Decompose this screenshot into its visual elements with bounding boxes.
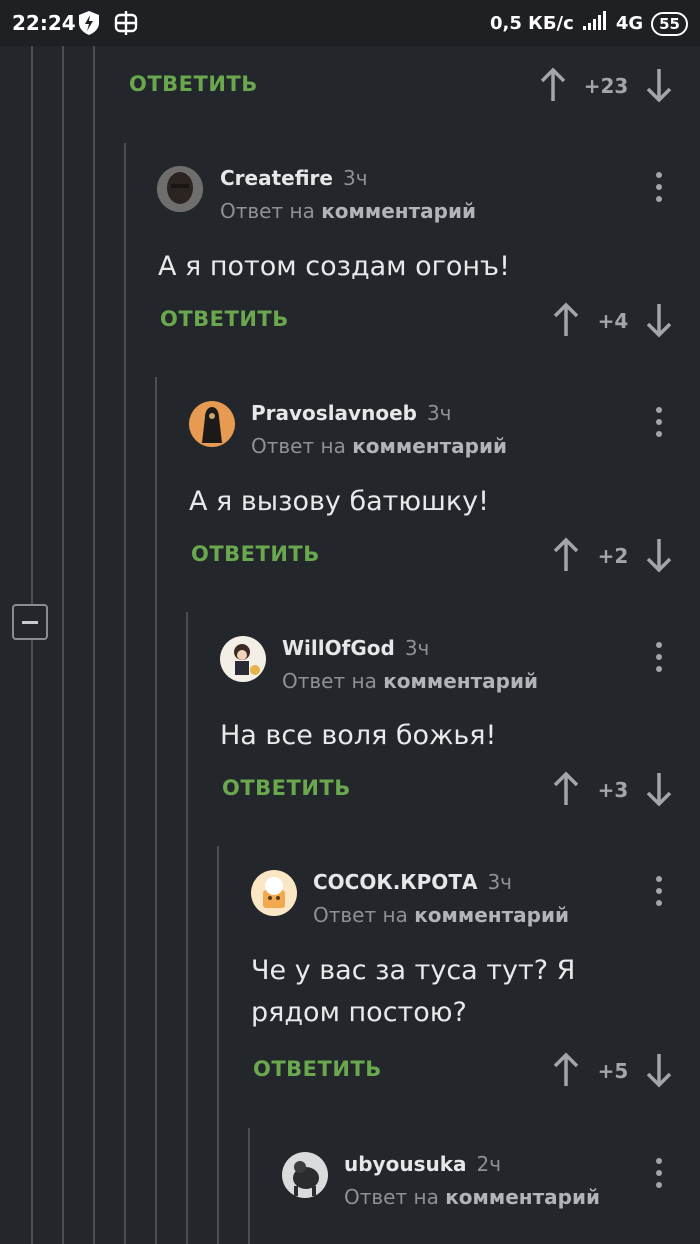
- reply-to-link[interactable]: комментарий: [445, 1185, 600, 1209]
- reply-to-line: Ответ на комментарий: [344, 1185, 601, 1209]
- comment-time: 3ч: [404, 636, 430, 660]
- avatar[interactable]: [282, 1152, 328, 1198]
- reply-to-line: Ответ на комментарий: [282, 669, 539, 693]
- arrow-down-icon[interactable]: [644, 771, 674, 807]
- thread-line: [155, 377, 157, 1244]
- more-options-icon[interactable]: [649, 405, 669, 439]
- arrow-up-icon[interactable]: [551, 302, 581, 338]
- reply-to-line: Ответ на комментарий: [313, 903, 570, 927]
- thread-line: [93, 46, 95, 1244]
- reply-to-link[interactable]: комментарий: [321, 199, 476, 223]
- reply-to-link[interactable]: комментарий: [352, 434, 507, 458]
- network-type: 4G: [615, 13, 644, 34]
- arrow-down-icon[interactable]: [644, 1052, 674, 1088]
- thread-line: [62, 46, 64, 1244]
- thread-line: [124, 143, 126, 1244]
- reply-to-line: Ответ на комментарий: [251, 434, 508, 458]
- arrow-down-icon[interactable]: [644, 67, 674, 103]
- collapse-thread-button[interactable]: [12, 604, 48, 640]
- arrow-up-icon[interactable]: [551, 537, 581, 573]
- more-options-icon[interactable]: [649, 1156, 669, 1190]
- comment-text: На все воля божья!: [220, 720, 497, 751]
- comment-username[interactable]: ubyousuka 2ч: [344, 1152, 501, 1176]
- reply-button[interactable]: ОТВЕТИТЬ: [160, 307, 289, 331]
- comment-score: +3: [597, 778, 629, 802]
- comment-text: А я вызову батюшку!: [189, 486, 489, 517]
- thread-line: [31, 46, 33, 604]
- comment-time: 3ч: [342, 166, 368, 190]
- comment-score: +5: [597, 1059, 629, 1083]
- arrow-up-icon[interactable]: [551, 771, 581, 807]
- avatar[interactable]: [157, 166, 203, 212]
- status-time: 22:24: [12, 11, 76, 35]
- reply-to-link[interactable]: комментарий: [414, 903, 569, 927]
- comment-username[interactable]: WillOfGod 3ч: [282, 636, 429, 660]
- comment-score: +23: [583, 74, 629, 98]
- comment-time: 3ч: [487, 870, 512, 894]
- thread-line: [31, 640, 33, 1244]
- signal-icon: [582, 11, 608, 36]
- comment-text: А я потом создам огонъ!: [158, 251, 510, 282]
- arrow-up-icon[interactable]: [538, 67, 568, 103]
- reply-to-line: Ответ на комментарий: [220, 199, 477, 223]
- comment-username[interactable]: СОСОК.КРОТА 3ч: [313, 870, 512, 894]
- network-speed: 0,5 КБ/с: [489, 13, 574, 34]
- more-options-icon[interactable]: [649, 874, 669, 908]
- thread-line: [217, 846, 219, 1244]
- comment-username[interactable]: Pravoslavnoeb 3ч: [251, 401, 452, 425]
- battery-indicator: 55: [651, 11, 688, 36]
- arrow-up-icon[interactable]: [551, 1052, 581, 1088]
- thread-line: [248, 1128, 250, 1244]
- comment-username[interactable]: Createfire 3ч: [220, 166, 368, 190]
- more-options-icon[interactable]: [649, 170, 669, 204]
- thread-line: [186, 612, 188, 1244]
- vpn-grid-icon: [114, 10, 138, 40]
- lightning-shield-icon: [78, 10, 100, 40]
- reply-button[interactable]: ОТВЕТИТЬ: [253, 1057, 382, 1081]
- more-options-icon[interactable]: [649, 640, 669, 674]
- reply-button[interactable]: ОТВЕТИТЬ: [191, 542, 320, 566]
- reply-to-link[interactable]: комментарий: [383, 669, 538, 693]
- reply-button[interactable]: ОТВЕТИТЬ: [222, 776, 351, 800]
- reply-button[interactable]: ОТВЕТИТЬ: [129, 72, 258, 96]
- comment-score: +2: [597, 544, 629, 568]
- arrow-down-icon[interactable]: [644, 537, 674, 573]
- avatar[interactable]: [251, 870, 297, 916]
- comment-score: +4: [597, 309, 629, 333]
- comment-time: 2ч: [476, 1152, 502, 1176]
- status-right: 0,5 КБ/с 4G 55: [490, 11, 688, 36]
- comment-time: 3ч: [426, 401, 452, 425]
- status-bar: 22:24 0,5 КБ/с 4G 55: [0, 0, 700, 46]
- comment-text: Че у вас за туса тут? Я рядом постою?: [251, 955, 576, 1028]
- avatar[interactable]: [189, 401, 235, 447]
- arrow-down-icon[interactable]: [644, 302, 674, 338]
- avatar[interactable]: [220, 636, 266, 682]
